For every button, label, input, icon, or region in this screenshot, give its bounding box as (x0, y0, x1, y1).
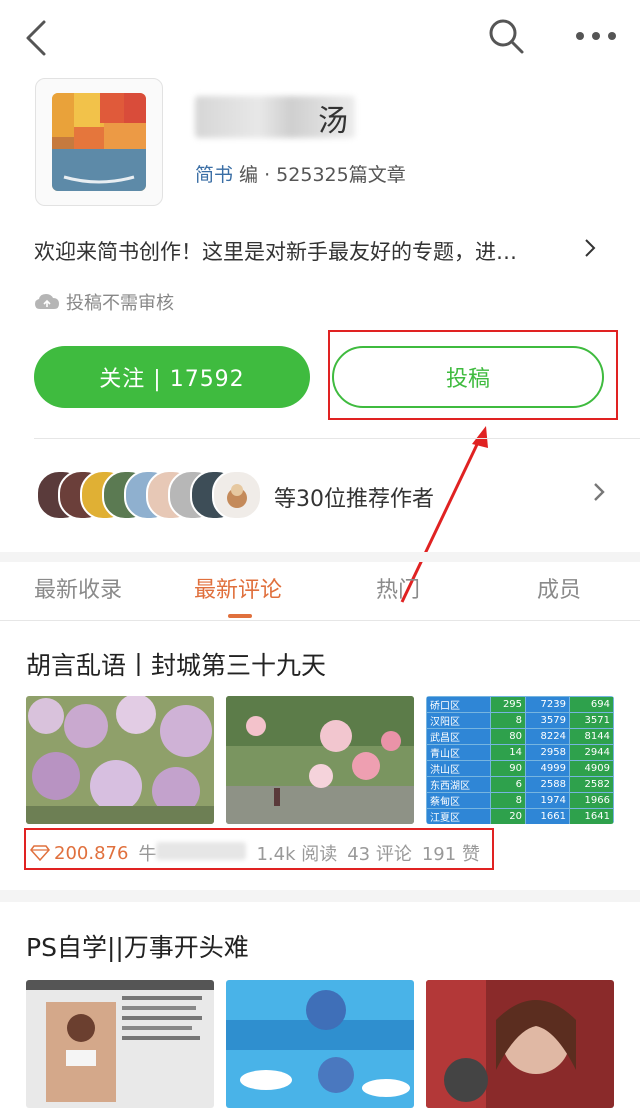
recommended-author-avatars[interactable] (36, 470, 262, 520)
table-row: 洪山区 90 4999 4909 (426, 760, 614, 777)
table-cell: 2958 (525, 744, 570, 761)
cloud-upload-icon (35, 294, 59, 309)
article-thumbnail[interactable] (226, 696, 414, 824)
editor-link[interactable]: 简书 (195, 164, 233, 186)
table-cell: 20 (489, 808, 527, 824)
collection-title: 汤 (318, 104, 348, 139)
diamond-icon (30, 845, 50, 861)
article-author[interactable]: 牛 (138, 840, 247, 866)
article-meta: 200.876 牛 1.4k 阅读 43 评论 191 赞 (30, 840, 480, 866)
submit-button[interactable]: 投稿 (332, 346, 604, 408)
table-cell: 80 (489, 728, 527, 745)
table-cell: 3571 (569, 712, 614, 729)
table-row: 武昌区 80 8224 8144 (426, 728, 614, 745)
article-likes: 191 赞 (421, 844, 480, 865)
author-avatar (212, 470, 262, 520)
table-cell: 4999 (525, 760, 570, 777)
tab-members[interactable]: 成员 (537, 572, 581, 604)
table-row: 硚口区 295 7239 694 (426, 696, 614, 713)
table-cell: 694 (569, 696, 614, 713)
tab-latest-included[interactable]: 最新收录 (34, 572, 122, 604)
table-row: 蔡甸区 8 1974 1966 (426, 792, 614, 809)
table-cell: 2588 (525, 776, 570, 793)
table-cell: 6 (489, 776, 527, 793)
table-row: 东西湖区 6 2588 2582 (426, 776, 614, 793)
article-title[interactable]: PS自学||万事开头难 (26, 928, 249, 964)
article-reads: 1.4k 阅读 (256, 844, 338, 865)
search-icon (489, 19, 524, 54)
table-cell: 90 (489, 760, 527, 777)
table-cell: 1661 (525, 808, 570, 824)
table-row: 汉阳区 8 3579 3571 (426, 712, 614, 729)
table-cell: 青山区 (426, 744, 491, 761)
table-cell: 2944 (569, 744, 614, 761)
back-button[interactable] (20, 18, 60, 58)
search-button[interactable] (486, 16, 526, 56)
table-row: 江夏区 20 1661 1641 (426, 808, 614, 824)
article-thumbnail[interactable] (226, 980, 414, 1108)
table-cell: 8144 (569, 728, 614, 745)
follow-button[interactable]: 关注 | 17592 (34, 346, 310, 408)
collection-avatar-image (52, 93, 146, 191)
table-cell: 1974 (525, 792, 570, 809)
table-cell: 武昌区 (426, 728, 491, 745)
article-thumbnail[interactable] (26, 980, 214, 1108)
section-divider (34, 438, 640, 439)
more-dots-icon (576, 32, 616, 40)
tab-latest-comments[interactable]: 最新评论 (194, 572, 282, 604)
table-cell: 8 (489, 712, 527, 729)
recommended-authors-label[interactable]: 等30位推荐作者 (274, 481, 434, 513)
table-cell: 1966 (569, 792, 614, 809)
editor-article-count: 编 · 525325篇文章 (233, 164, 406, 186)
tabs-divider (0, 620, 640, 621)
editor-info: 简书 编 · 525325篇文章 (195, 160, 406, 187)
active-tab-indicator (228, 614, 252, 618)
article-thumbnail[interactable] (426, 980, 614, 1108)
table-cell: 3579 (525, 712, 570, 729)
collection-avatar (35, 78, 163, 206)
table-cell: 4909 (569, 760, 614, 777)
table-cell: 江夏区 (426, 808, 491, 824)
table-cell: 14 (489, 744, 527, 761)
authors-chevron-icon[interactable] (592, 480, 606, 511)
table-cell: 8224 (525, 728, 570, 745)
reward: 200.876 (30, 843, 128, 864)
data-table: 硚口区 295 7239 694 汉阳区 8 3579 3571 武昌区 80 8224 8144 青山… (426, 696, 614, 824)
article-title[interactable]: 胡言乱语丨封城第三十九天 (26, 646, 326, 682)
table-cell: 汉阳区 (426, 712, 491, 729)
article-thumbnail[interactable] (26, 696, 214, 824)
back-arrow-icon (26, 20, 46, 56)
table-cell: 硚口区 (426, 696, 491, 713)
table-cell: 蔡甸区 (426, 792, 491, 809)
article-separator (0, 890, 640, 902)
table-cell: 8 (489, 792, 527, 809)
table-cell: 1641 (569, 808, 614, 824)
article-thumbnail-table[interactable]: 硚口区 295 7239 694 汉阳区 8 3579 3571 武昌区 80 8224 8144 青山… (426, 696, 614, 824)
table-cell: 2582 (569, 776, 614, 793)
table-cell: 295 (489, 696, 527, 713)
more-button[interactable] (572, 18, 622, 58)
notice-text: 投稿不需审核 (66, 293, 174, 314)
description-chevron-icon[interactable] (583, 236, 597, 266)
reward-amount: 200.876 (54, 842, 129, 864)
tab-hot[interactable]: 热门 (376, 572, 420, 604)
table-cell: 洪山区 (426, 760, 491, 777)
table-cell: 7239 (525, 696, 570, 713)
submission-notice: 投稿不需审核 (34, 289, 174, 315)
table-row: 青山区 14 2958 2944 (426, 744, 614, 761)
table-cell: 东西湖区 (426, 776, 491, 793)
article-comments: 43 评论 (347, 844, 412, 865)
collection-description[interactable]: 欢迎来简书创作！这里是对新手最友好的专题，进… (34, 236, 517, 266)
